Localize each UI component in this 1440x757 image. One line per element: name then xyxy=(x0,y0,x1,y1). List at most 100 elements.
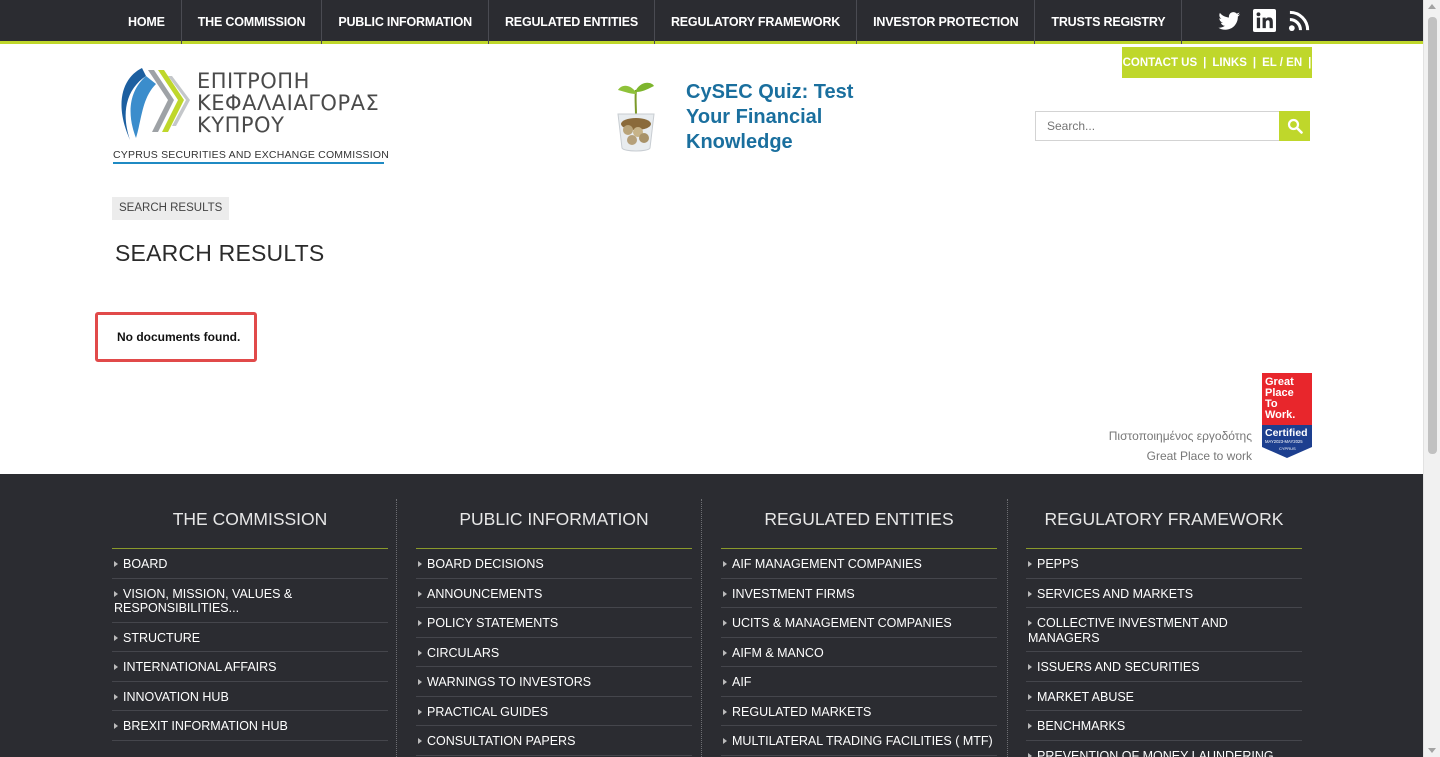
arrow-right-icon xyxy=(723,590,727,597)
footer-column-public-information: PUBLIC INFORMATION BOARD DECISIONS ANNOU… xyxy=(416,474,692,756)
arrow-right-icon xyxy=(114,693,118,700)
nav-the-commission[interactable]: THE COMMISSION xyxy=(182,0,323,44)
site-search xyxy=(1035,111,1311,141)
footer-link[interactable]: INNOVATION HUB xyxy=(112,682,388,711)
footer-link[interactable]: AIFM & MANCO xyxy=(721,638,997,667)
footer-link[interactable]: PREVENTION OF MONEY LAUNDERING AND xyxy=(1026,741,1302,757)
social-links xyxy=(1218,9,1311,32)
footer-link[interactable]: BENCHMARKS xyxy=(1026,711,1302,741)
nav-regulatory-framework[interactable]: REGULATORY FRAMEWORK xyxy=(655,0,858,44)
arrow-right-icon xyxy=(1028,664,1032,670)
page-title: SEARCH RESULTS xyxy=(115,240,325,266)
quiz-banner[interactable]: CySEC Quiz: Test Your Financial Knowledg… xyxy=(610,78,870,158)
footer-divider xyxy=(701,499,702,757)
footer-link[interactable]: UCITS & MANAGEMENT COMPANIES xyxy=(721,608,997,638)
logo-line-2: ΚΕΦΑΛΑΙΑΓΟΡΑΣ xyxy=(197,91,380,115)
scroll-up-icon[interactable] xyxy=(1428,4,1436,9)
footer-link[interactable]: MULTILATERAL TRADING FACILITIES ( MTF) xyxy=(721,726,997,756)
top-navigation: HOME THE COMMISSION PUBLIC INFORMATION R… xyxy=(0,0,1423,44)
badge-country: CYPRUS xyxy=(1279,446,1296,451)
arrow-right-icon xyxy=(418,679,422,685)
arrow-right-icon xyxy=(723,620,727,626)
arrow-right-icon xyxy=(723,679,727,685)
language-switch[interactable]: EL / EN xyxy=(1262,57,1302,69)
footer-link[interactable]: BOARD xyxy=(112,549,388,579)
footer-column-regulatory-framework: REGULATORY FRAMEWORK PEPPS SERVICES AND … xyxy=(1026,474,1302,757)
footer-link[interactable]: ANNOUNCEMENTS xyxy=(416,579,692,608)
arrow-right-icon xyxy=(114,590,118,597)
main-menu: HOME THE COMMISSION PUBLIC INFORMATION R… xyxy=(112,0,1183,44)
arrow-right-icon xyxy=(1028,590,1032,597)
logo-greek-text: ΕΠΙΤΡΟΠΗ ΚΕΦΑΛΑΙΑΓΟΡΑΣ ΚΥΠΡΟΥ xyxy=(197,70,379,136)
arrow-right-icon xyxy=(418,620,422,626)
arrow-right-icon xyxy=(723,708,727,715)
contact-bar: CONTACT US | LINKS | EL / EN | xyxy=(1122,47,1312,78)
contact-us-link[interactable]: CONTACT US xyxy=(1123,57,1198,69)
arrow-right-icon xyxy=(1028,561,1032,567)
arrow-right-icon xyxy=(1028,723,1032,729)
plant-coins-icon xyxy=(617,82,655,152)
scrollbar-thumb[interactable] xyxy=(1428,17,1437,454)
arrow-right-icon xyxy=(114,634,118,641)
site-footer: THE COMMISSION BOARD VISION, MISSION, VA… xyxy=(0,474,1423,757)
nav-home[interactable]: HOME xyxy=(112,0,182,44)
footer-link[interactable]: STRUCTURE xyxy=(112,623,388,652)
svg-text:Work.: Work. xyxy=(1265,409,1295,421)
separator: | xyxy=(1203,56,1207,69)
nav-public-information[interactable]: PUBLIC INFORMATION xyxy=(322,0,489,44)
footer-link[interactable]: SERVICES AND MARKETS xyxy=(1026,579,1302,608)
scroll-down-icon[interactable] xyxy=(1428,748,1436,753)
logo-emblem-icon xyxy=(121,68,190,140)
badge-dates: MAY2023-MAY2025 xyxy=(1265,439,1303,444)
arrow-right-icon xyxy=(1028,620,1032,626)
footer-link[interactable]: PEPPS xyxy=(1026,549,1302,579)
breadcrumb: SEARCH RESULTS xyxy=(112,197,230,220)
arrow-right-icon xyxy=(723,738,727,744)
linkedin-icon[interactable] xyxy=(1253,9,1276,32)
certified-employer-greek: Πιστοποιημένος εργοδότης xyxy=(1108,429,1252,443)
arrow-right-icon xyxy=(418,649,422,656)
footer-link[interactable]: REGULATED MARKETS xyxy=(721,697,997,726)
great-place-to-work-badge[interactable]: Great Place To Work. Certified MAY2023-M… xyxy=(1262,373,1312,458)
arrow-right-icon xyxy=(418,738,422,744)
search-button[interactable] xyxy=(1279,111,1310,141)
separator: | xyxy=(1252,56,1257,69)
logo-underline xyxy=(113,162,384,164)
arrow-right-icon xyxy=(1028,752,1032,757)
footer-link[interactable]: PRACTICAL GUIDES xyxy=(416,697,692,726)
footer-link[interactable]: AIF MANAGEMENT COMPANIES xyxy=(721,549,997,579)
footer-link[interactable]: POLICY STATEMENTS xyxy=(416,608,692,638)
footer-link[interactable]: AIF xyxy=(721,667,997,697)
nav-investor-protection[interactable]: INVESTOR PROTECTION xyxy=(857,0,1036,44)
footer-link[interactable]: BREXIT INFORMATION HUB xyxy=(112,711,388,741)
search-input[interactable] xyxy=(1035,111,1280,141)
footer-link[interactable]: CONSULTATION PAPERS xyxy=(416,726,692,756)
footer-link[interactable]: INTERNATIONAL AFFAIRS xyxy=(112,652,388,682)
arrow-right-icon xyxy=(114,664,118,670)
certified-employer-english: Great Place to work xyxy=(1146,449,1252,463)
quiz-title[interactable]: CySEC Quiz: Test Your Financial Knowledg… xyxy=(686,80,876,155)
footer-column-title: REGULATORY FRAMEWORK xyxy=(1026,474,1302,549)
logo-line-1: ΕΠΙΤΡΟΠΗ xyxy=(197,69,310,93)
arrow-right-icon xyxy=(114,561,118,567)
links-link[interactable]: LINKS xyxy=(1212,57,1247,69)
footer-link[interactable]: BOARD DECISIONS xyxy=(416,549,692,579)
rss-icon[interactable] xyxy=(1288,9,1311,32)
certified-employer-text: Πιστοποιημένος εργοδότης Great Place to … xyxy=(1109,426,1252,466)
cysec-logo[interactable]: ΕΠΙΤΡΟΠΗ ΚΕΦΑΛΑΙΑΓΟΡΑΣ ΚΥΠΡΟΥ CYPRUS SEC… xyxy=(112,66,389,166)
footer-link[interactable]: WARNINGS TO INVESTORS xyxy=(416,667,692,697)
badge-certified: Certified xyxy=(1265,427,1308,439)
footer-link[interactable]: MARKET ABUSE xyxy=(1026,682,1302,711)
nav-trusts-registry[interactable]: TRUSTS REGISTRY xyxy=(1035,0,1183,44)
footer-link[interactable]: VISION, MISSION, VALUES & RESPONSIBILITI… xyxy=(112,579,388,623)
footer-link[interactable]: INVESTMENT FIRMS xyxy=(721,579,997,608)
footer-link[interactable]: CIRCULARS xyxy=(416,638,692,667)
arrow-right-icon xyxy=(418,561,422,567)
footer-link[interactable]: ISSUERS AND SECURITIES xyxy=(1026,652,1302,682)
footer-link[interactable]: COLLECTIVE INVESTMENT AND MANAGERS xyxy=(1026,608,1302,652)
twitter-icon[interactable] xyxy=(1218,9,1241,32)
nav-regulated-entities[interactable]: REGULATED ENTITIES xyxy=(489,0,655,44)
no-results-message: No documents found. xyxy=(95,312,257,362)
separator: | xyxy=(1308,56,1312,69)
page-scrollbar[interactable] xyxy=(1423,0,1440,757)
